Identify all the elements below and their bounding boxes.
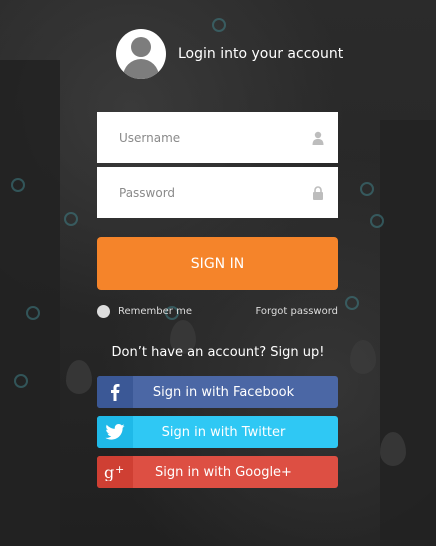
remember-me-label: Remember me (118, 306, 192, 317)
twitter-signin-label: Sign in with Twitter (161, 424, 286, 440)
password-field[interactable] (97, 166, 338, 219)
remember-me[interactable]: Remember me (97, 305, 192, 318)
google-plus-icon: g + (97, 456, 133, 488)
login-header: Login into your account (116, 28, 343, 79)
sign-in-button[interactable]: SIGN IN (97, 237, 338, 290)
facebook-icon (97, 376, 133, 408)
google-signin-button[interactable]: g + Sign in with Google+ (97, 456, 338, 488)
facebook-signin-label: Sign in with Facebook (152, 384, 295, 400)
username-field[interactable] (97, 111, 338, 164)
lock-icon (313, 186, 323, 200)
user-avatar-icon (116, 28, 166, 79)
twitter-icon (97, 416, 133, 448)
signup-link[interactable]: Don’t have an account? Sign up! (0, 345, 436, 360)
forgot-password-link[interactable]: Forgot password (256, 306, 339, 317)
svg-text:+: + (115, 463, 124, 476)
google-signin-label: Sign in with Google+ (155, 464, 292, 480)
svg-text:g: g (104, 463, 114, 481)
user-icon (312, 131, 324, 145)
page-title: Login into your account (178, 45, 344, 62)
password-input[interactable] (97, 166, 311, 219)
username-input[interactable] (97, 111, 311, 164)
twitter-signin-button[interactable]: Sign in with Twitter (97, 416, 338, 448)
remember-me-checkbox[interactable] (97, 305, 110, 318)
facebook-signin-button[interactable]: Sign in with Facebook (97, 376, 338, 408)
